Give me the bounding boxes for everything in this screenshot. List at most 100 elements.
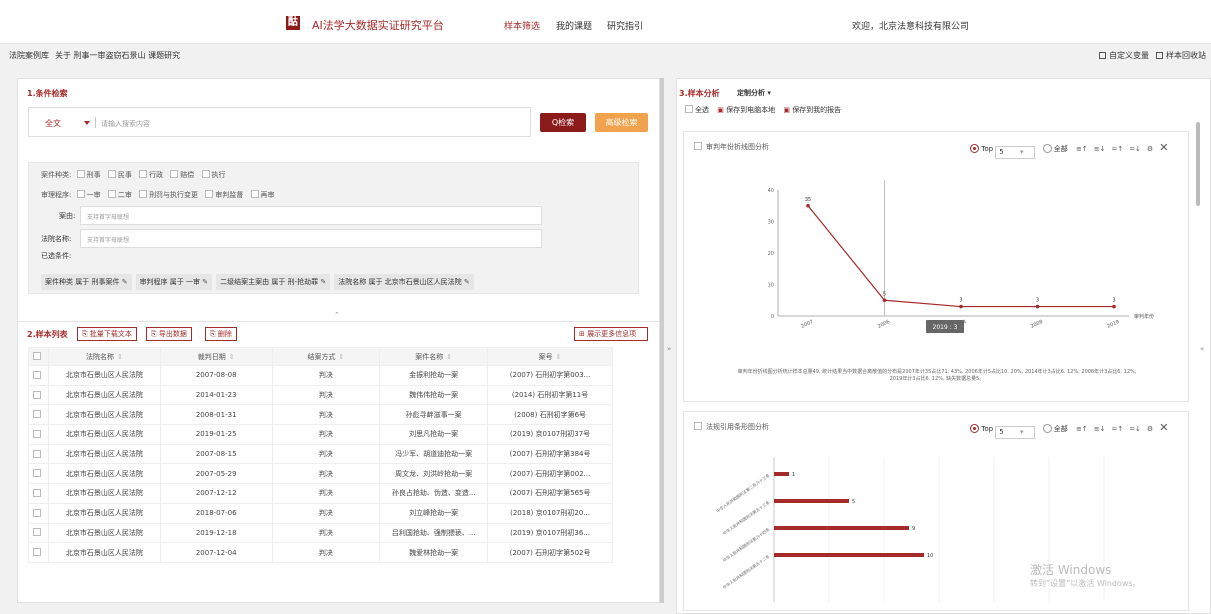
row-checkbox[interactable]: [33, 508, 42, 517]
search-type-select[interactable]: 全文: [45, 118, 61, 129]
cause-input[interactable]: 支持首字母联想: [80, 206, 542, 225]
table-cell: (2019) 京0107刑初37号: [487, 424, 613, 445]
all-radio[interactable]: [1042, 424, 1052, 433]
table-row[interactable]: 北京市石景山区人民法院 2018-07-06 判决 刘立峰抢劫一案 (2018) 京01…: [28, 502, 613, 524]
sort-asc-icon[interactable]: ≡↑: [1076, 425, 1088, 433]
table-cell: 2007-08-15: [159, 443, 273, 465]
x-axis-label: 审判年份: [1134, 313, 1154, 320]
nav-my-topics[interactable]: 我的课题: [556, 19, 592, 32]
tag-case-type[interactable]: 案件种类 属于 刑事案件 ✎: [41, 274, 132, 290]
table-cell: 判决: [271, 365, 381, 386]
table-row[interactable]: 北京市石景山区人民法院 2019-12-18 判决 吕利国抢劫、强制猥亵、... (20…: [28, 522, 613, 544]
breadcrumb-library[interactable]: 法院案例库: [9, 51, 49, 60]
top-radio[interactable]: [970, 144, 979, 153]
sort-asc-icon[interactable]: ≡↑: [1076, 145, 1088, 153]
edit-icon: ✎: [320, 278, 327, 286]
export-data-button[interactable]: ⎘ 导出数据: [146, 327, 192, 341]
court-input[interactable]: 支持首字母联想: [80, 229, 542, 248]
batch-download-button[interactable]: ⎘ 批量下载文本: [77, 327, 137, 341]
row-checkbox[interactable]: [33, 390, 42, 399]
table-row[interactable]: 北京市石景山区人民法院 2008-01-31 判决 孙彪寻衅滋事一案 (2008) 石刑…: [28, 404, 613, 426]
nav-research-guide[interactable]: 研究指引: [607, 19, 643, 32]
sort-desc-icon[interactable]: ≡↓: [1094, 425, 1106, 433]
table-cell: 2007-05-29: [159, 463, 273, 485]
custom-variable-link[interactable]: 自定义变量: [1099, 50, 1149, 61]
row-checkbox[interactable]: [33, 370, 42, 379]
row-checkbox[interactable]: [33, 488, 42, 497]
table-row[interactable]: 北京市石景山区人民法院 2007-12-12 判决 孙良占抢劫、伪造、变造... (20…: [28, 483, 613, 504]
windows-watermark-sub: 转到“设置”以激活 Windows。: [1030, 579, 1141, 588]
search-button[interactable]: Q检索: [540, 113, 586, 132]
table-cell: 2008-01-31: [159, 404, 273, 426]
all-radio[interactable]: [1042, 144, 1052, 153]
select-all-checkbox[interactable]: [685, 105, 693, 113]
search-section-title: 1.条件检索: [27, 89, 68, 98]
table-cell: 2007-12-04: [159, 542, 273, 563]
table-cell: 吕利国抢劫、强制猥亵、...: [379, 522, 489, 544]
sort-down-icon[interactable]: =↓: [1129, 145, 1141, 153]
table-row[interactable]: 北京市石景山区人民法院 2007-05-29 判决 周文龙、刘洪岭抢劫一案 (2007)…: [28, 463, 613, 485]
expand-left-icon[interactable]: »: [667, 345, 671, 353]
advanced-search-button[interactable]: 高级检索: [595, 113, 648, 132]
variable-icon: [1099, 52, 1106, 59]
save-report-link[interactable]: 保存到我的报告: [792, 106, 841, 114]
tag-procedure[interactable]: 审判程序 属于 一审 ✎: [135, 274, 213, 290]
panel-splitter[interactable]: [660, 78, 664, 603]
delete-button[interactable]: ⎘ 删除: [205, 327, 237, 341]
sort-down-icon[interactable]: =↓: [1129, 425, 1141, 433]
custom-analysis-dropdown[interactable]: 定制分析 ▾: [737, 88, 771, 98]
settings-icon[interactable]: ⚙: [1147, 425, 1153, 433]
x-tick-label: 2019: [1106, 319, 1120, 330]
show-more-info-button[interactable]: ⊞ 展示更多信息项: [574, 327, 648, 341]
collapse-icon[interactable]: ⌃: [334, 311, 340, 319]
table-row[interactable]: 北京市石景山区人民法院 2007-08-08 判决 金振利抢劫一案 (2007) 石刑初…: [28, 365, 613, 386]
top-select[interactable]: 5 ▾: [995, 426, 1036, 439]
collapse-right-icon[interactable]: «: [1200, 345, 1204, 353]
tag-court[interactable]: 法院名称 属于 北京市石景山区人民法院 ✎: [334, 274, 474, 290]
row-checkbox[interactable]: [33, 429, 42, 438]
table-row[interactable]: 北京市石景山区人民法院 2007-08-15 判决 冯少军、胡道迪抢劫一案 (2007)…: [28, 443, 613, 465]
year-line-chart: 01020304035200752006320143200832019审判年份2…: [768, 180, 1154, 333]
tag-cause[interactable]: 二级结案主案由 属于 刑-抢劫罪 ✎: [216, 274, 331, 290]
bar-value-label: 5: [852, 499, 855, 505]
sort-up-icon[interactable]: =↑: [1111, 425, 1123, 433]
save-local-link[interactable]: 保存到电脑本地: [726, 106, 775, 114]
top-select[interactable]: 5 ▾: [995, 146, 1036, 159]
edit-icon: ✎: [121, 278, 128, 286]
table-row[interactable]: 北京市石景山区人民法院 2019-01-25 判决 刘思凡抢劫一案 (2019) 京01…: [28, 424, 613, 445]
select-all-checkbox[interactable]: [33, 352, 42, 360]
table-cell: 金振利抢劫一案: [379, 365, 489, 386]
row-checkbox[interactable]: [33, 469, 42, 478]
table-cell: 判决: [271, 542, 381, 563]
table-cell: 北京市石景山区人民法院: [47, 424, 161, 445]
table-cell: 北京市石景山区人民法院: [47, 443, 161, 465]
table-cell: 北京市石景山区人民法院: [47, 522, 161, 544]
y-tick-label: 20: [768, 251, 774, 257]
recycle-bin-link[interactable]: 样本回收站: [1156, 50, 1206, 61]
top-radio[interactable]: [970, 424, 979, 433]
data-label: 35: [805, 197, 811, 203]
y-tick-label: 40: [768, 188, 774, 194]
table-cell: 2019-01-25: [159, 424, 273, 445]
settings-icon[interactable]: ⚙: [1147, 145, 1153, 153]
close-icon[interactable]: ✕: [1159, 141, 1168, 154]
row-checkbox[interactable]: [33, 449, 42, 458]
close-icon[interactable]: ✕: [1159, 421, 1168, 434]
table-cell: 冯少军、胡道迪抢劫一案: [379, 443, 489, 465]
table-cell: 北京市石景山区人民法院: [47, 404, 161, 426]
sort-desc-icon[interactable]: ≡↓: [1094, 145, 1106, 153]
nav-sample-filter[interactable]: 样本筛选: [504, 19, 540, 32]
table-cell: (2007) 石刑初字第003...: [487, 365, 613, 386]
row-checkbox[interactable]: [33, 410, 42, 419]
table-row[interactable]: 北京市石景山区人民法院 2007-12-04 判决 魏爱林抢劫一案 (2007) 石刑初…: [28, 542, 613, 563]
data-point: [1112, 304, 1116, 309]
table-row[interactable]: 北京市石景山区人民法院 2014-01-23 判决 魏伟伟抢劫一案 (2014) 石刑初…: [28, 384, 613, 406]
sort-up-icon[interactable]: =↑: [1111, 145, 1123, 153]
row-checkbox[interactable]: [33, 548, 42, 557]
platform-title[interactable]: AI法学大数据实证研究平台: [312, 17, 444, 33]
row-checkbox[interactable]: [33, 528, 42, 537]
right-scrollbar[interactable]: [1196, 122, 1200, 206]
chart2-title: 法规引用条形图分析: [694, 422, 769, 432]
search-input[interactable]: 请输入搜索内容: [101, 119, 150, 129]
search-box[interactable]: 全文 请输入搜索内容: [28, 107, 531, 137]
